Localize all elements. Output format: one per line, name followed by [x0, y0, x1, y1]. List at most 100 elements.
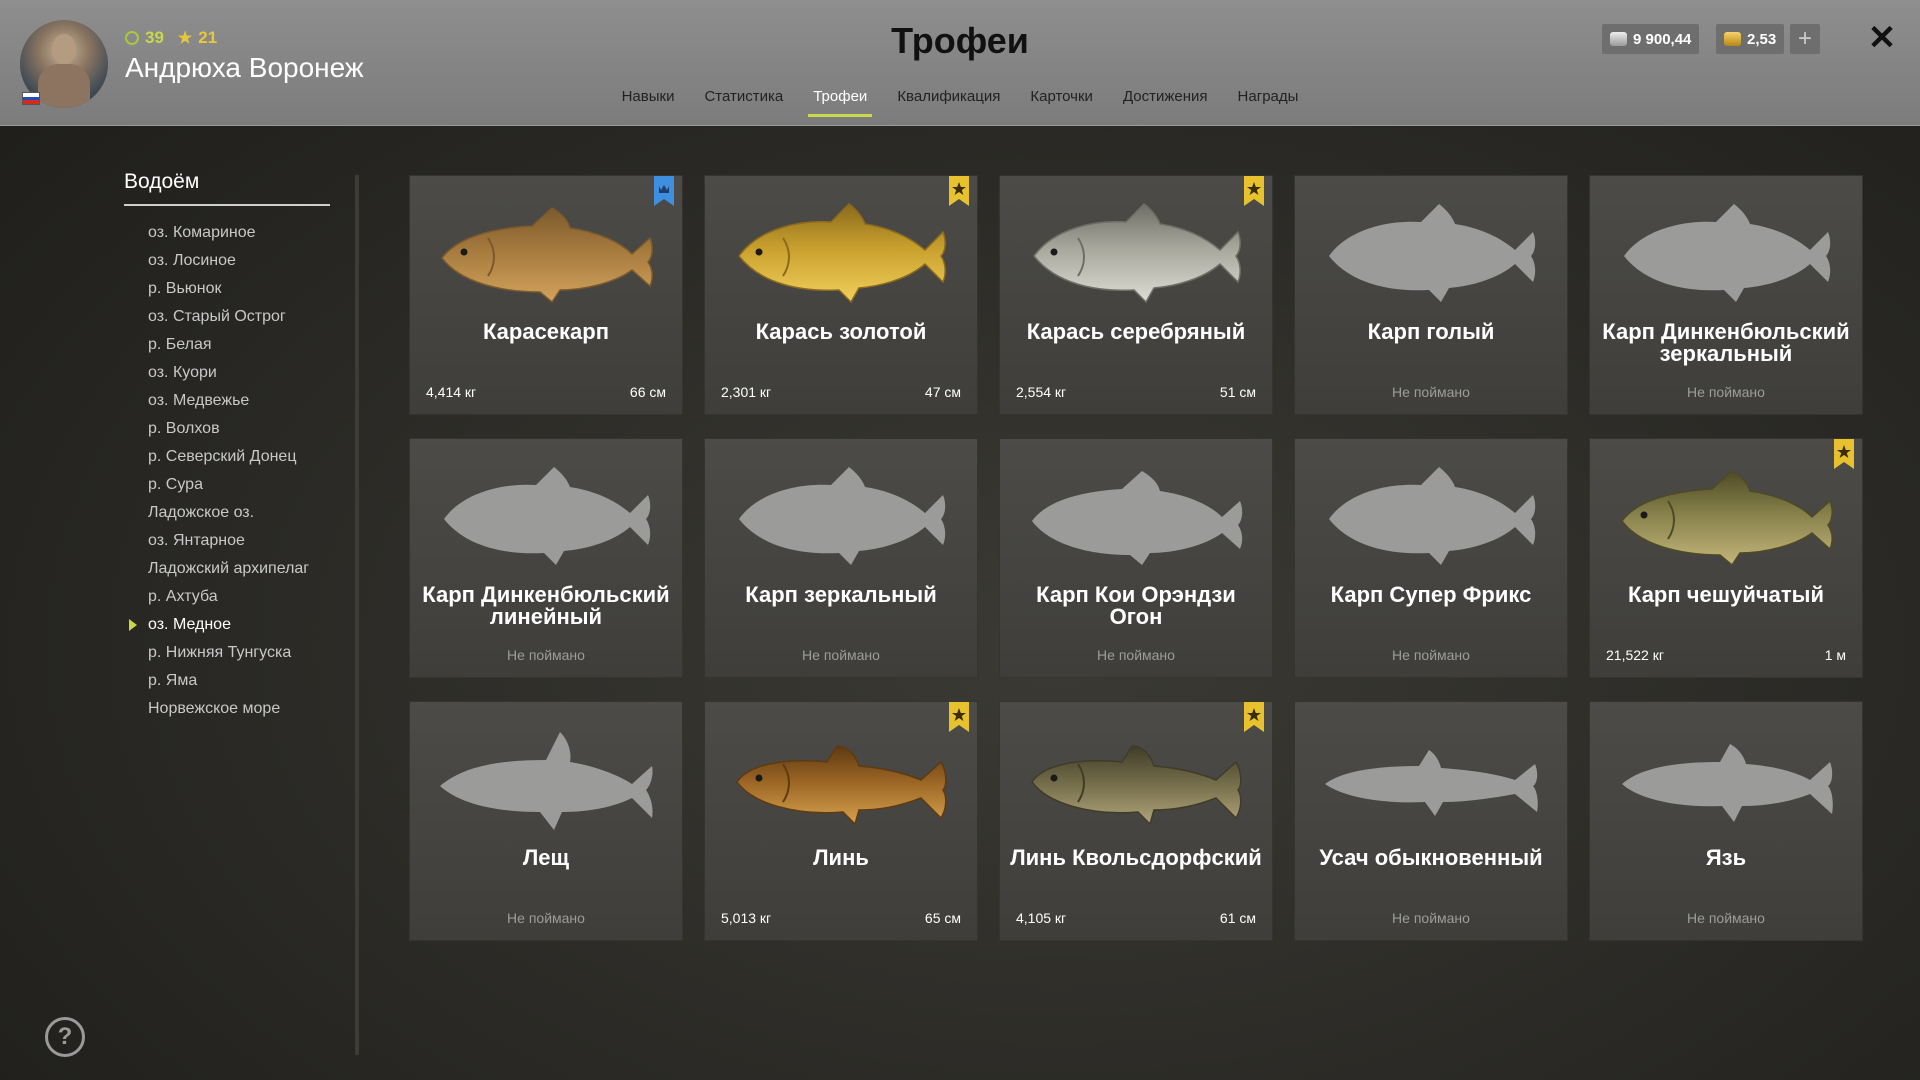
sidebar-item[interactable]: Норвежское море: [124, 695, 330, 723]
not-caught-status: Не поймано: [507, 910, 585, 926]
sidebar-item[interactable]: Ладожский архипелаг: [124, 555, 330, 583]
fish-name: Карп голый: [1367, 319, 1495, 344]
fish-name: Карась золотой: [755, 319, 927, 344]
sidebar-item[interactable]: р. Яма: [124, 667, 330, 695]
gold-coins-icon: [1724, 32, 1741, 46]
fish-name: Карп Кои Орэндзи Огон: [1036, 582, 1236, 629]
tab-statistics[interactable]: Статистика: [689, 88, 798, 117]
fish-name: Карась серебряный: [1026, 319, 1246, 344]
trophy-card[interactable]: Карп Динкенбюльский зеркальный Не поймано: [1590, 176, 1862, 414]
sidebar-item[interactable]: оз. Комариное: [124, 219, 330, 247]
trophy-length: 47 см: [924, 384, 961, 400]
sidebar-item[interactable]: р. Волхов: [124, 415, 330, 443]
fish-silhouette-icon: [739, 467, 946, 565]
fish-name: Карп чешуйчатый: [1628, 582, 1824, 607]
close-icon: ✕: [1867, 19, 1897, 57]
trophy-card[interactable]: Карасекарп 4,414 кг 66 см: [410, 176, 682, 414]
trophy-card[interactable]: Линь 5,013 кг 65 см: [705, 702, 977, 940]
sidebar-item[interactable]: Ладожское оз.: [124, 499, 330, 527]
not-caught-status: Не поймано: [1097, 647, 1175, 663]
fish-eye: [1050, 248, 1058, 256]
sidebar-item[interactable]: р. Ахтуба: [124, 583, 330, 611]
not-caught-status: Не поймано: [507, 647, 585, 663]
help-icon: ?: [57, 1023, 73, 1050]
trophy-weight: 5,013 кг: [721, 910, 772, 926]
trophy-star-badge-icon: [1834, 439, 1854, 469]
gold-balance: 2,53: [1716, 24, 1785, 54]
gold-amount: 2,53: [1747, 30, 1777, 48]
trophy-star-badge-icon: [949, 702, 969, 732]
fish-eye: [755, 248, 763, 256]
trophy-grid: Карасекарп 4,414 кг 66 см Карась золотой 2,3…: [410, 176, 1862, 940]
trophy-weight: 2,301 кг: [721, 384, 772, 400]
fish-silhouette-icon: [1622, 744, 1833, 822]
trophy-length: 1 м: [1824, 647, 1846, 663]
trophy-weight: 4,105 кг: [1016, 910, 1067, 926]
not-caught-status: Не поймано: [1687, 910, 1765, 926]
sidebar-item[interactable]: р. Северский Донец: [124, 443, 330, 471]
fish-eye: [1050, 774, 1058, 782]
waterbody-list: оз. Комариное оз. Лосиное р. Вьюнок оз. Ста…: [124, 219, 330, 723]
trophy-card[interactable]: Карп зеркальный Не поймано: [705, 439, 977, 677]
fish-image: [738, 203, 946, 304]
trophy-card[interactable]: Линь Квольсдорфский 4,105 кг 61 см: [1000, 702, 1272, 940]
trophy-card[interactable]: Карп Кои Орэндзи Огон Не поймано: [1000, 439, 1272, 677]
trophy-weight: 4,414 кг: [426, 384, 477, 400]
sidebar-item[interactable]: оз. Янтарное: [124, 527, 330, 555]
sidebar-item[interactable]: оз. Куори: [124, 359, 330, 387]
sidebar-item[interactable]: р. Белая: [124, 331, 330, 359]
fish-name: Линь: [813, 845, 869, 870]
sidebar-item[interactable]: р. Вьюнок: [124, 275, 330, 303]
tab-rewards[interactable]: Награды: [1223, 88, 1314, 117]
tab-cards[interactable]: Карточки: [1015, 88, 1108, 117]
help-button[interactable]: ?: [45, 1017, 85, 1057]
fish-silhouette-icon: [1032, 471, 1243, 565]
not-caught-status: Не поймано: [1392, 647, 1470, 663]
fish-name: Карасекарп: [482, 319, 610, 344]
sidebar-item[interactable]: оз. Медвежье: [124, 387, 330, 415]
sidebar-item[interactable]: оз. Медное: [124, 611, 330, 639]
silver-balance: 9 900,44: [1602, 24, 1700, 54]
trophy-card[interactable]: Карп Супер Фрикс Не поймано: [1295, 439, 1567, 677]
fish-silhouette-icon: [444, 467, 651, 565]
trophy-card[interactable]: Лещ Не поймано: [410, 702, 682, 940]
trophy-star-badge-icon: [1244, 176, 1264, 206]
trophy-weight: 2,554 кг: [1016, 384, 1067, 400]
fish-image: [1033, 203, 1241, 304]
tab-skills[interactable]: Навыки: [607, 88, 690, 117]
plus-icon: +: [1797, 25, 1812, 52]
sidebar-title: Водоём: [124, 170, 330, 206]
trophy-card[interactable]: Карп чешуйчатый 21,522 кг 1 м: [1590, 439, 1862, 677]
sidebar-item[interactable]: оз. Старый Острог: [124, 303, 330, 331]
sidebar-item[interactable]: р. Сура: [124, 471, 330, 499]
fish-silhouette-icon: [1624, 204, 1831, 302]
trophy-card[interactable]: Карась золотой 2,301 кг 47 см: [705, 176, 977, 414]
sidebar-item[interactable]: р. Нижняя Тунгуска: [124, 639, 330, 667]
fish-name: Карп Динкенбюльский зеркальный: [1602, 319, 1850, 366]
sidebar-item[interactable]: оз. Лосиное: [124, 247, 330, 275]
tab-trophies[interactable]: Трофеи: [798, 88, 882, 117]
not-caught-status: Не поймано: [802, 647, 880, 663]
trophy-card[interactable]: Карп голый Не поймано: [1295, 176, 1567, 414]
not-caught-status: Не поймано: [1687, 384, 1765, 400]
trophy-card[interactable]: Усач обыкновенный Не поймано: [1295, 702, 1567, 940]
trophy-card[interactable]: Язь Не поймано: [1590, 702, 1862, 940]
trophy-card[interactable]: Карп Динкенбюльский линейный Не поймано: [410, 439, 682, 677]
tab-achievements[interactable]: Достижения: [1108, 88, 1223, 117]
fish-image: [441, 207, 653, 304]
tab-qualification[interactable]: Квалификация: [882, 88, 1015, 117]
add-currency-button[interactable]: +: [1790, 24, 1820, 54]
fish-eye: [1640, 511, 1648, 519]
fish-image: [736, 745, 947, 826]
not-caught-status: Не поймано: [1392, 384, 1470, 400]
trophy-length: 65 см: [924, 910, 961, 926]
waterbody-sidebar: Водоём оз. Комариное оз. Лосиное р. Вьюнок…: [124, 170, 330, 723]
fish-name: Язь: [1705, 845, 1747, 870]
trophy-length: 66 см: [629, 384, 666, 400]
fish-image: [1621, 470, 1833, 567]
fish-name: Карп Динкенбюльский линейный: [422, 582, 670, 629]
trophy-card[interactable]: Карась серебряный 2,554 кг 51 см: [1000, 176, 1272, 414]
close-button[interactable]: ✕: [1864, 20, 1900, 56]
fish-name: Карп зеркальный: [745, 582, 937, 607]
trophy-length: 61 см: [1219, 910, 1256, 926]
